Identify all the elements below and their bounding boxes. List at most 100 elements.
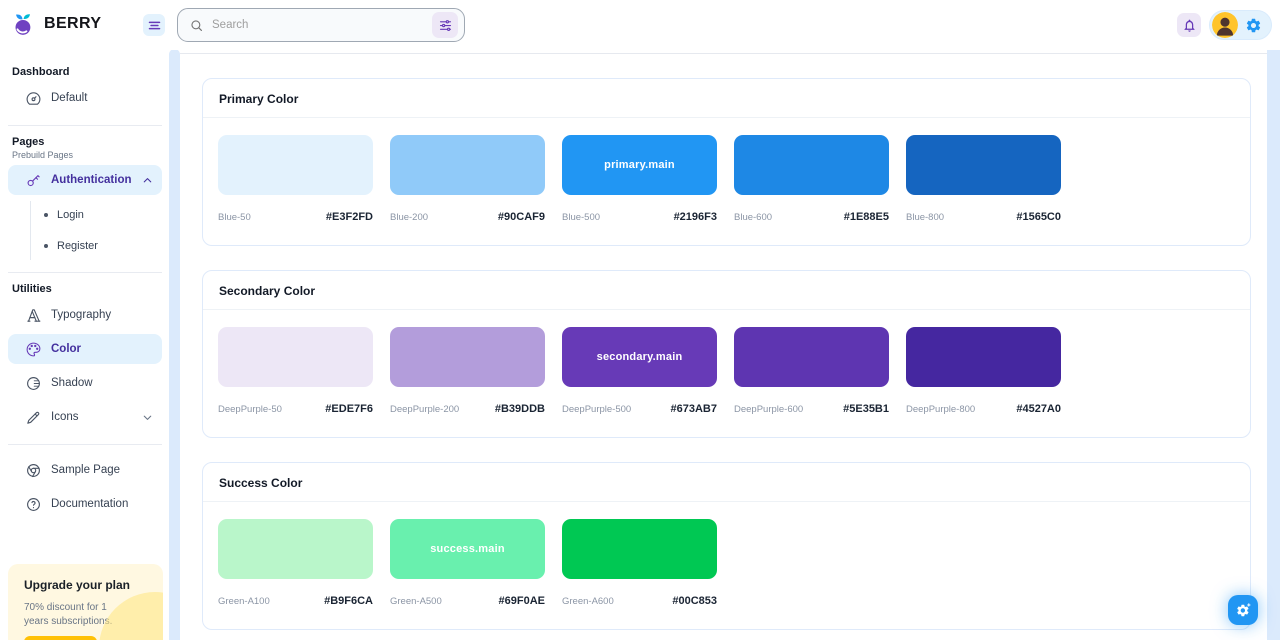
swatch-meta: DeepPurple-600 #5E35B1	[734, 403, 889, 415]
swatch-box: primary.main	[562, 135, 717, 195]
color-swatch: Blue-600 #1E88E5	[734, 135, 889, 223]
color-swatch: DeepPurple-200 #B39DDB	[390, 327, 545, 415]
sidebar-item-label: Login	[57, 209, 84, 221]
swatch-box	[390, 135, 545, 195]
cards-container: Primary Color Blue-50 #E3F2FD Blue-200 #…	[180, 54, 1267, 630]
swatch-row: Green-A100 #B9F6CA success.main Green-A5…	[203, 502, 1250, 629]
sidebar-item-default[interactable]: Default	[8, 83, 162, 113]
typography-icon	[24, 306, 42, 324]
swatch-name: DeepPurple-200	[390, 404, 459, 415]
swatch-box	[390, 327, 545, 387]
swatch-meta: Blue-600 #1E88E5	[734, 211, 889, 223]
bullet-dot	[44, 213, 48, 217]
authentication-subnav: Login Register	[30, 201, 170, 260]
main-scrollbar[interactable]	[1267, 49, 1280, 640]
swatch-name: Green-A100	[218, 596, 270, 607]
brand-logo: BERRY	[12, 11, 101, 36]
key-icon	[24, 171, 42, 189]
palette-icon	[24, 340, 42, 358]
swatch-name: DeepPurple-500	[562, 404, 631, 415]
card-title: Success Color	[203, 463, 1250, 501]
sidebar-item-label: Shadow	[51, 377, 154, 389]
color-swatch: Green-A100 #B9F6CA	[218, 519, 373, 607]
sidebar-item-label: Icons	[51, 411, 132, 423]
swatch-box	[734, 327, 889, 387]
menu-toggle-button[interactable]	[143, 14, 165, 36]
swatch-row: DeepPurple-50 #EDE7F6 DeepPurple-200 #B3…	[203, 310, 1250, 437]
card-title: Secondary Color	[203, 271, 1250, 309]
swatch-meta: Green-A100 #B9F6CA	[218, 595, 373, 607]
sidebar-item-documentation[interactable]: Documentation	[8, 489, 162, 519]
swatch-box: secondary.main	[562, 327, 717, 387]
swatch-name: Blue-200	[390, 212, 428, 223]
sidebar-divider	[8, 444, 162, 445]
theme-customizer-fab[interactable]	[1228, 595, 1258, 625]
color-swatch: primary.main Blue-500 #2196F3	[562, 135, 717, 223]
swatch-hex: #69F0AE	[499, 595, 545, 607]
color-swatch: DeepPurple-50 #EDE7F6	[218, 327, 373, 415]
swatch-meta: Blue-200 #90CAF9	[390, 211, 545, 223]
search-input[interactable]	[204, 19, 432, 31]
swatch-name: Blue-50	[218, 212, 251, 223]
swatch-meta: Blue-800 #1565C0	[906, 211, 1061, 223]
sidebar-item-register[interactable]: Register	[31, 232, 170, 260]
swatch-meta: Green-A600 #00C853	[562, 595, 717, 607]
swatch-tag: secondary.main	[597, 351, 683, 363]
swatch-hex: #1565C0	[1016, 211, 1061, 223]
upgrade-button[interactable]	[24, 636, 97, 640]
search-bar	[177, 8, 465, 42]
swatch-box	[218, 135, 373, 195]
color-swatch: DeepPurple-800 #4527A0	[906, 327, 1061, 415]
swatch-box	[218, 327, 373, 387]
swatch-name: DeepPurple-600	[734, 404, 803, 415]
sidebar-item-icons[interactable]: Icons	[8, 402, 162, 432]
tune-icon	[438, 18, 453, 33]
swatch-box: success.main	[390, 519, 545, 579]
sidebar-item-authentication[interactable]: Authentication	[8, 165, 162, 195]
swatch-box	[218, 519, 373, 579]
swatch-name: DeepPurple-800	[906, 404, 975, 415]
swatch-meta: DeepPurple-800 #4527A0	[906, 403, 1061, 415]
berry-logo-icon	[12, 11, 37, 36]
upgrade-decoration	[99, 592, 163, 640]
profile-menu[interactable]	[1209, 10, 1272, 40]
swatch-row: Blue-50 #E3F2FD Blue-200 #90CAF9 primary…	[203, 118, 1250, 245]
swatch-meta: DeepPurple-50 #EDE7F6	[218, 403, 373, 415]
upgrade-title: Upgrade your plan	[24, 578, 147, 593]
sidebar-item-label: Sample Page	[51, 464, 154, 476]
upgrade-plan-card: Upgrade your plan 70% discount for 1 yea…	[8, 564, 163, 640]
sidebar-item-label: Register	[57, 240, 98, 252]
color-swatch: Blue-50 #E3F2FD	[218, 135, 373, 223]
color-swatch: Green-A600 #00C853	[562, 519, 717, 607]
swatch-tag: primary.main	[604, 159, 675, 171]
swatch-hex: #00C853	[672, 595, 717, 607]
swatch-hex: #E3F2FD	[326, 211, 373, 223]
swatch-hex: #673AB7	[671, 403, 717, 415]
chevron-up-icon	[141, 174, 154, 187]
group-title-utilities: Utilities	[0, 273, 170, 296]
swatch-name: Blue-600	[734, 212, 772, 223]
search-icon	[189, 18, 204, 33]
app-header: BERRY	[0, 0, 1280, 50]
color-card: Primary Color Blue-50 #E3F2FD Blue-200 #…	[202, 78, 1251, 246]
card-title: Primary Color	[203, 79, 1250, 117]
color-card: Success Color Green-A100 #B9F6CA success…	[202, 462, 1251, 630]
swatch-meta: DeepPurple-200 #B39DDB	[390, 403, 545, 415]
sidebar-item-sample-page[interactable]: Sample Page	[8, 455, 162, 485]
sidebar-item-label: Documentation	[51, 498, 154, 510]
menu-icon	[147, 18, 162, 33]
swatch-meta: Blue-50 #E3F2FD	[218, 211, 373, 223]
swatch-meta: Blue-500 #2196F3	[562, 211, 717, 223]
sidebar-item-color[interactable]: Color	[8, 334, 162, 364]
swatch-meta: DeepPurple-500 #673AB7	[562, 403, 717, 415]
color-swatch: DeepPurple-600 #5E35B1	[734, 327, 889, 415]
avatar	[1212, 12, 1238, 38]
group-title-dashboard: Dashboard	[0, 50, 170, 79]
swatch-name: DeepPurple-50	[218, 404, 282, 415]
notifications-button[interactable]	[1177, 13, 1201, 37]
search-filter-button[interactable]	[432, 12, 458, 38]
sidebar-item-login[interactable]: Login	[31, 201, 170, 229]
sidebar-item-shadow[interactable]: Shadow	[8, 368, 162, 398]
sidebar-item-typography[interactable]: Typography	[8, 300, 162, 330]
sidebar-scrollbar[interactable]	[169, 49, 180, 640]
